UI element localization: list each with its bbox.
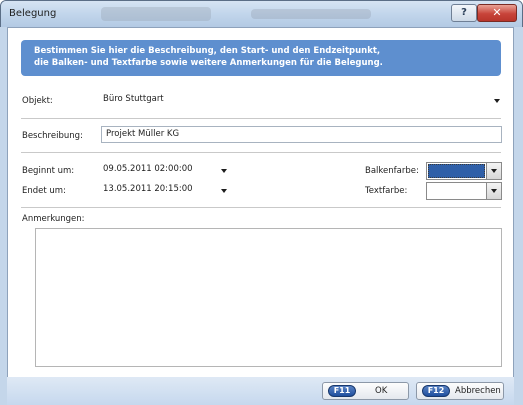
chevron-down-icon [491,169,497,173]
blurred-background-text [251,9,371,19]
cancel-button-label: Abbrechen [455,386,501,396]
endet-value: 13.05.2011 20:15:00 [103,184,193,194]
title-bar[interactable]: Belegung ? ✕ [1,1,522,28]
blurred-background-text [101,7,211,21]
beschreibung-label: Beschreibung: [22,131,83,141]
cancel-button[interactable]: F12 Abbrechen [416,382,504,400]
balkenfarbe-dropdown-button[interactable] [486,163,501,179]
info-banner: Bestimmen Sie hier die Beschreibung, den… [21,40,501,76]
info-banner-line2: die Balken- und Textfarbe sowie weitere … [34,58,383,68]
anmerkungen-textarea[interactable] [35,228,502,367]
beginnt-value: 09.05.2011 02:00:00 [103,164,193,174]
endet-label: Endet um: [22,186,66,196]
chevron-down-icon [221,189,227,193]
textfarbe-swatch [428,184,485,198]
f11-key-badge: F11 [328,385,356,397]
objekt-label: Objekt: [22,96,53,106]
balkenfarbe-label: Balkenfarbe: [365,166,419,176]
textfarbe-label: Textfarbe: [365,186,408,196]
ok-button-label: OK [375,386,388,396]
objekt-dropdown[interactable]: Büro Stuttgart [101,92,502,109]
textfarbe-picker[interactable] [426,182,502,200]
ok-button[interactable]: F11 OK [322,382,409,400]
window-title: Belegung [9,8,57,19]
window-right-border [514,27,523,405]
chevron-down-icon [491,189,497,193]
window-left-border [0,27,7,405]
anmerkungen-label: Anmerkungen: [22,214,85,224]
textfarbe-dropdown-button[interactable] [486,183,501,199]
info-banner-line1: Bestimmen Sie hier die Beschreibung, den… [34,46,381,56]
beschreibung-input[interactable]: Projekt Müller KG [101,126,502,143]
help-button[interactable]: ? [451,4,477,22]
objekt-value: Büro Stuttgart [103,94,164,104]
f12-key-badge: F12 [422,385,450,397]
separator [21,207,501,208]
balkenfarbe-swatch [428,164,485,178]
beginnt-label: Beginnt um: [22,166,75,176]
chevron-down-icon [494,99,500,103]
balkenfarbe-picker[interactable] [426,162,502,180]
endet-datetime-dropdown[interactable]: 13.05.2011 20:15:00 [101,182,235,199]
chevron-down-icon [221,169,227,173]
separator [21,152,501,153]
beginnt-datetime-dropdown[interactable]: 09.05.2011 02:00:00 [101,162,235,179]
close-button[interactable]: ✕ [477,4,517,22]
separator [21,118,501,119]
